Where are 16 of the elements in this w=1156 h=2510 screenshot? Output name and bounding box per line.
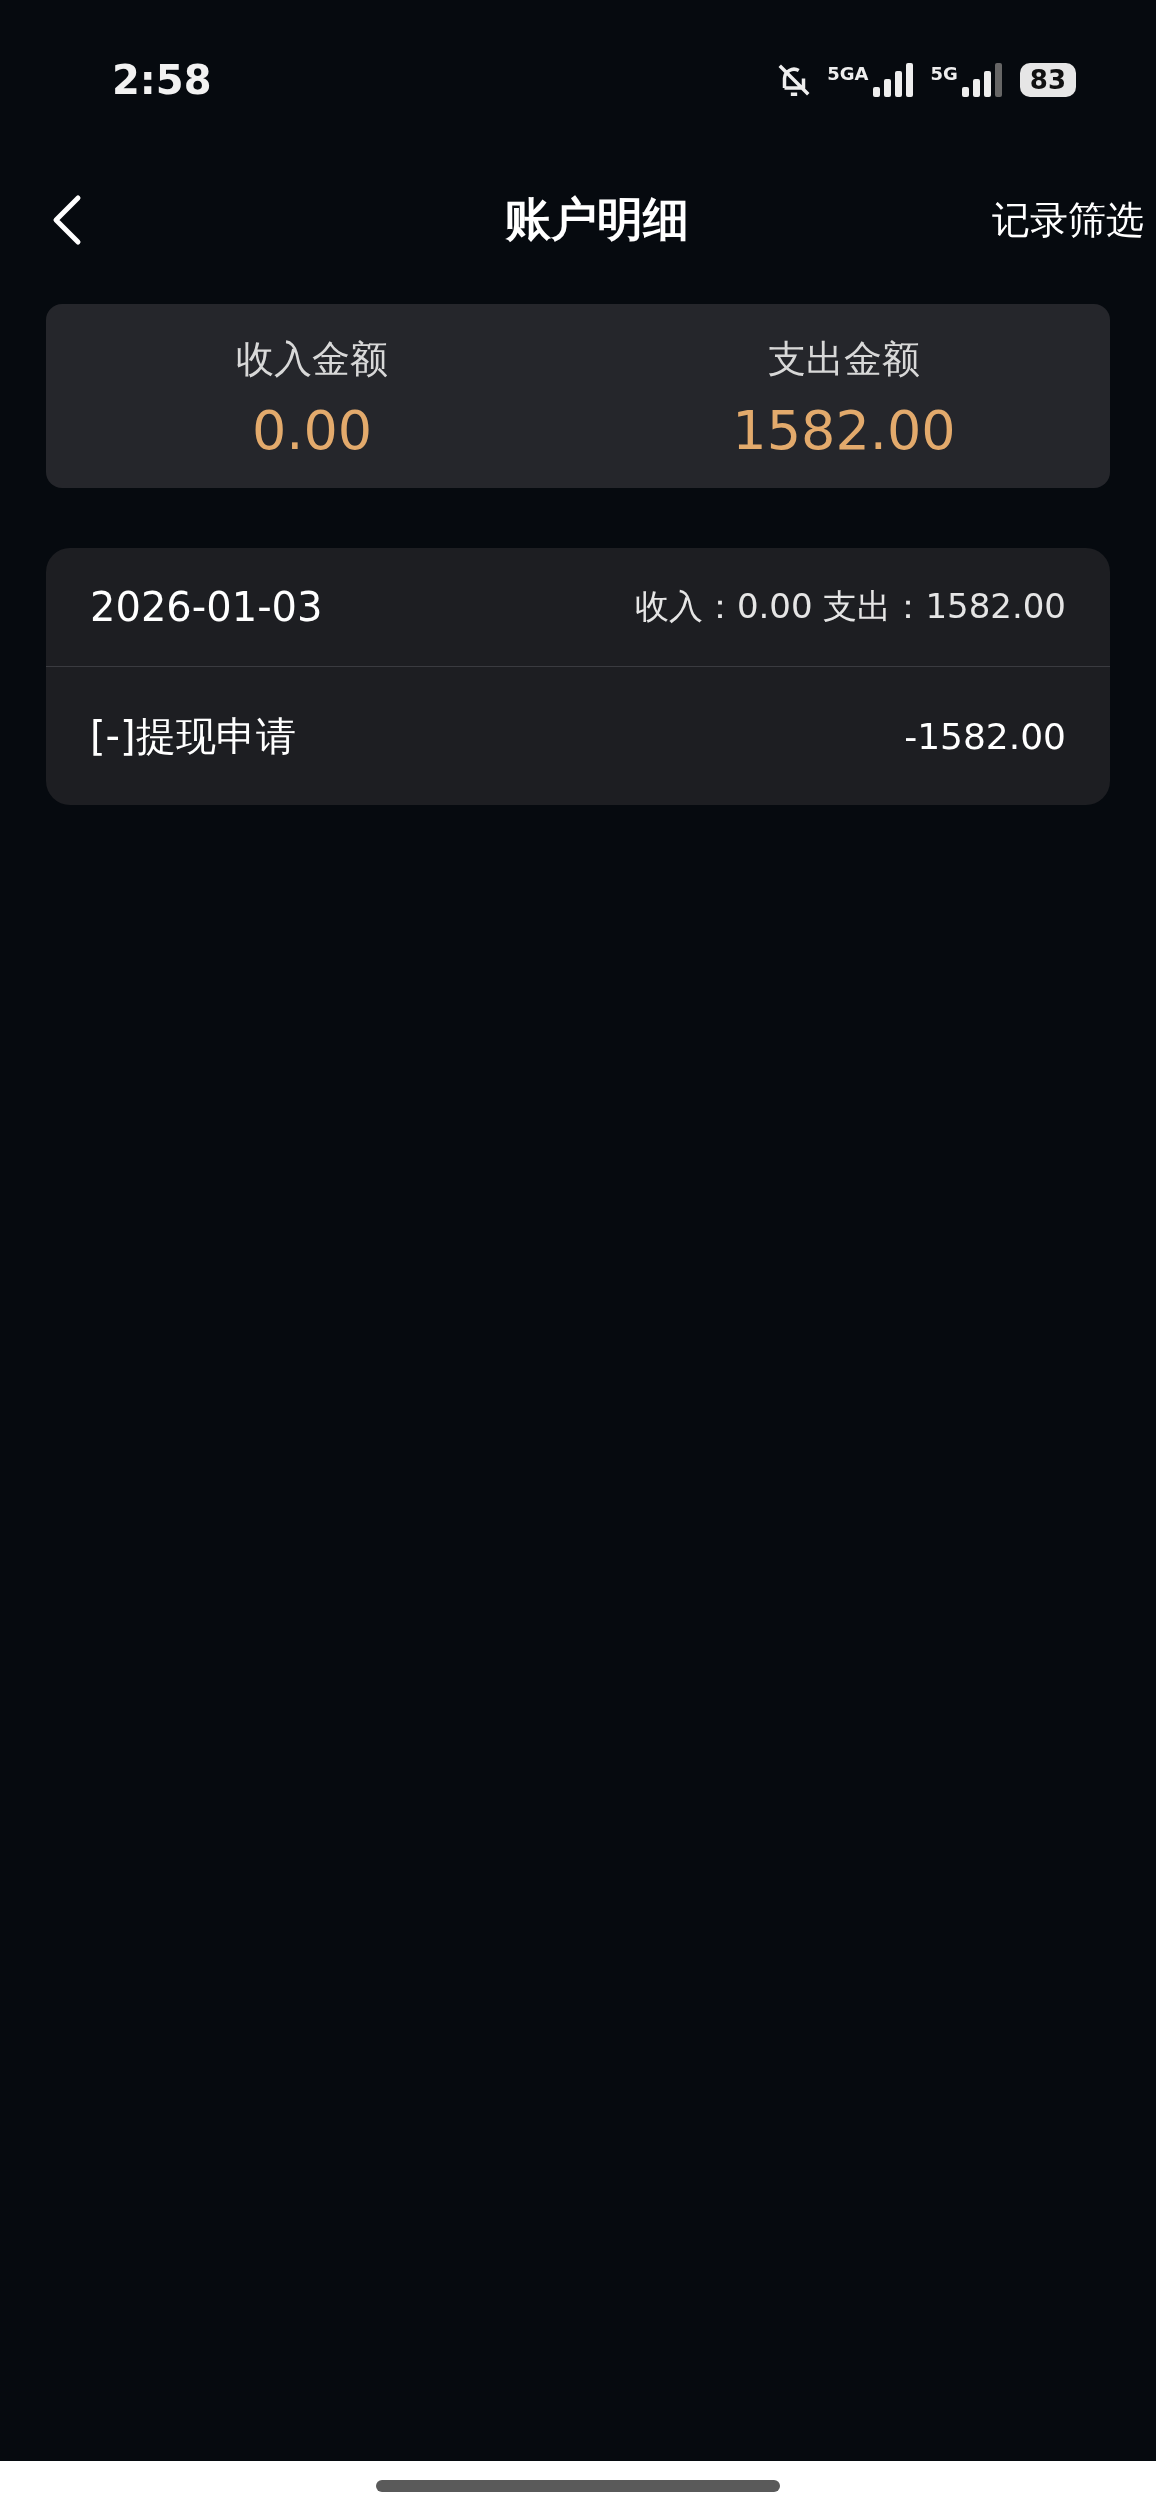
filter-button[interactable]: 记录筛选 bbox=[992, 194, 1144, 246]
network-label: 5G bbox=[930, 63, 958, 84]
home-indicator[interactable] bbox=[376, 2479, 780, 2492]
record-entry[interactable]: [-]提现申请 -1582.00 bbox=[46, 667, 1110, 805]
record-date: 2026-01-03 bbox=[90, 584, 323, 630]
entry-title: [-]提现申请 bbox=[90, 711, 296, 761]
page-title: 账户明细 bbox=[505, 191, 689, 248]
summary-amount: 1582.00 bbox=[732, 399, 956, 462]
summary-amount: 0.00 bbox=[251, 399, 373, 462]
status-time: 2:58 bbox=[112, 57, 212, 103]
battery-indicator: 83 bbox=[1019, 63, 1076, 97]
entry-amount: -1582.00 bbox=[904, 715, 1066, 757]
summary-label: 支出金额 bbox=[768, 336, 920, 383]
record-totals: 收入：0.00 支出：1582.00 bbox=[634, 585, 1066, 628]
summary-label: 收入金额 bbox=[236, 336, 388, 383]
network-label: 5GA bbox=[827, 63, 869, 84]
